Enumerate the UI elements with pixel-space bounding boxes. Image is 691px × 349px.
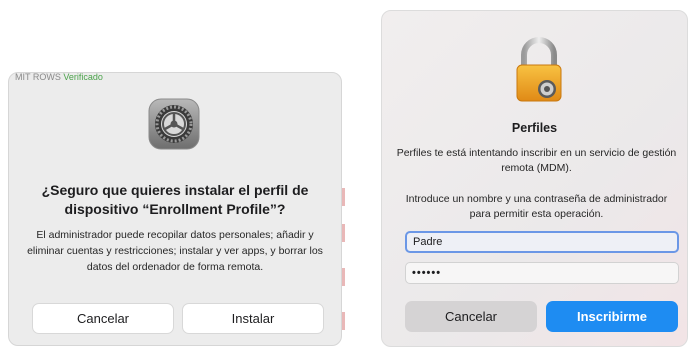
- cancel-button[interactable]: Cancelar: [405, 301, 537, 332]
- dialog-title: Perfiles: [511, 121, 558, 135]
- dialog-message: Perfiles te está intentando inscribir en…: [396, 147, 677, 174]
- password-field[interactable]: ••••••: [405, 262, 679, 284]
- install-profile-dialog: MIT ROWS Verificado ¿Seguro que quieres …: [8, 72, 342, 346]
- cancel-button[interactable]: Cancelar: [32, 303, 174, 334]
- system-settings-icon: [148, 98, 200, 150]
- dialog-title: ¿Seguro que quieres instalar el perfil d…: [41, 182, 309, 217]
- residue-text: MIT ROWS: [15, 73, 61, 81]
- install-button[interactable]: Instalar: [182, 303, 324, 334]
- background-edge-decoration: [342, 72, 346, 346]
- lock-profile-icon: [514, 37, 564, 103]
- mdm-enrollment-dialog: Perfiles Perfiles te está intentando ins…: [381, 10, 688, 347]
- residue-verified-text: Verificado: [63, 73, 103, 81]
- credentials-instructions: Introduce un nombre y una contraseña de …: [405, 193, 668, 220]
- enroll-button[interactable]: Inscribirme: [546, 301, 678, 332]
- dialog-message: El administrador puede recopilar datos p…: [27, 229, 323, 273]
- username-field[interactable]: Padre: [405, 231, 679, 253]
- background-residue-text: MIT ROWS Verificado: [15, 73, 103, 81]
